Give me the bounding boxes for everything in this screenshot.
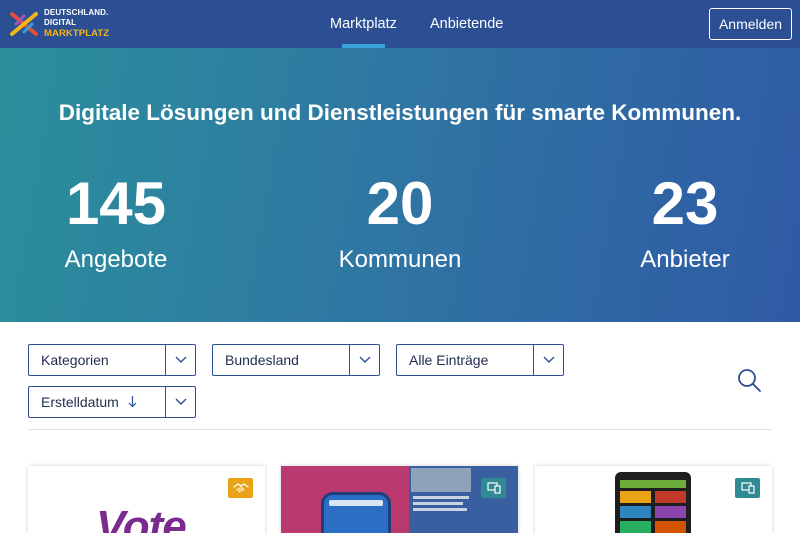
stat-providers: 23 Anbieter xyxy=(565,172,800,275)
offer-card[interactable] xyxy=(535,466,772,533)
chevron-down-icon[interactable] xyxy=(165,387,195,417)
stat-value: 145 xyxy=(65,170,167,237)
offer-card[interactable]: Vote xyxy=(28,466,265,533)
devices-icon xyxy=(486,482,501,494)
category-select[interactable]: Kategorien xyxy=(28,344,196,376)
offer-card[interactable] xyxy=(281,466,518,533)
stat-label: Anbieter xyxy=(640,246,730,273)
sort-select[interactable]: Erstelldatum xyxy=(28,386,196,418)
entries-select-value: Alle Einträge xyxy=(409,352,489,368)
logo-line-1: DEUTSCHLAND. xyxy=(44,8,109,17)
chevron-down-icon[interactable] xyxy=(165,345,195,375)
logo-line-2: DIGITAL xyxy=(44,18,77,27)
top-navigation: DEUTSCHLAND. DIGITAL MARKTPLATZ Marktpla… xyxy=(0,0,800,48)
handshake-icon xyxy=(232,483,249,493)
category-badge xyxy=(481,478,506,498)
nav-item-anbietende[interactable]: Anbietende xyxy=(430,0,503,48)
logo-line-3: MARKTPLATZ xyxy=(44,28,110,39)
category-badge xyxy=(228,478,253,498)
logo-text: DEUTSCHLAND. DIGITAL MARKTPLATZ xyxy=(44,8,109,40)
category-badge xyxy=(735,478,760,498)
nav-item-marktplatz[interactable]: Marktplatz xyxy=(330,0,397,48)
stat-municipalities: 20 Kommunen xyxy=(280,172,520,275)
hero-title: Digitale Lösungen und Dienstleistungen f… xyxy=(58,100,742,125)
stat-value: 20 xyxy=(366,170,434,237)
chevron-down-icon[interactable] xyxy=(349,345,379,375)
entries-select[interactable]: Alle Einträge xyxy=(396,344,564,376)
hero-banner: Digitale Lösungen und Dienstleistungen f… xyxy=(0,48,800,322)
sort-select-label: Erstelldatum xyxy=(41,394,119,410)
stat-label: Kommunen xyxy=(338,246,462,273)
card-image xyxy=(281,466,518,533)
chevron-down-icon[interactable] xyxy=(533,345,563,375)
brand-logo[interactable]: DEUTSCHLAND. DIGITAL MARKTPLATZ xyxy=(8,7,118,41)
devices-icon xyxy=(740,482,755,494)
card-image xyxy=(535,466,772,533)
sort-select-value: Erstelldatum xyxy=(41,387,137,418)
login-button[interactable]: Anmelden xyxy=(709,8,792,40)
state-select[interactable]: Bundesland xyxy=(212,344,380,376)
stat-offers: 145 Angebote xyxy=(0,172,236,275)
search-button[interactable] xyxy=(736,367,764,395)
card-image-text: Vote xyxy=(96,502,187,533)
logo-mark-icon xyxy=(8,8,40,40)
stat-value: 23 xyxy=(651,170,719,237)
state-select-value: Bundesland xyxy=(225,352,299,368)
stat-label: Angebote xyxy=(64,246,168,273)
search-icon xyxy=(738,369,761,392)
category-select-value: Kategorien xyxy=(41,352,109,368)
arrow-down-icon xyxy=(128,388,137,418)
nav-item-label: Marktplatz xyxy=(330,16,397,32)
nav-item-label: Anbietende xyxy=(430,16,504,32)
filter-divider xyxy=(28,429,772,430)
card-image: Vote xyxy=(28,466,265,533)
